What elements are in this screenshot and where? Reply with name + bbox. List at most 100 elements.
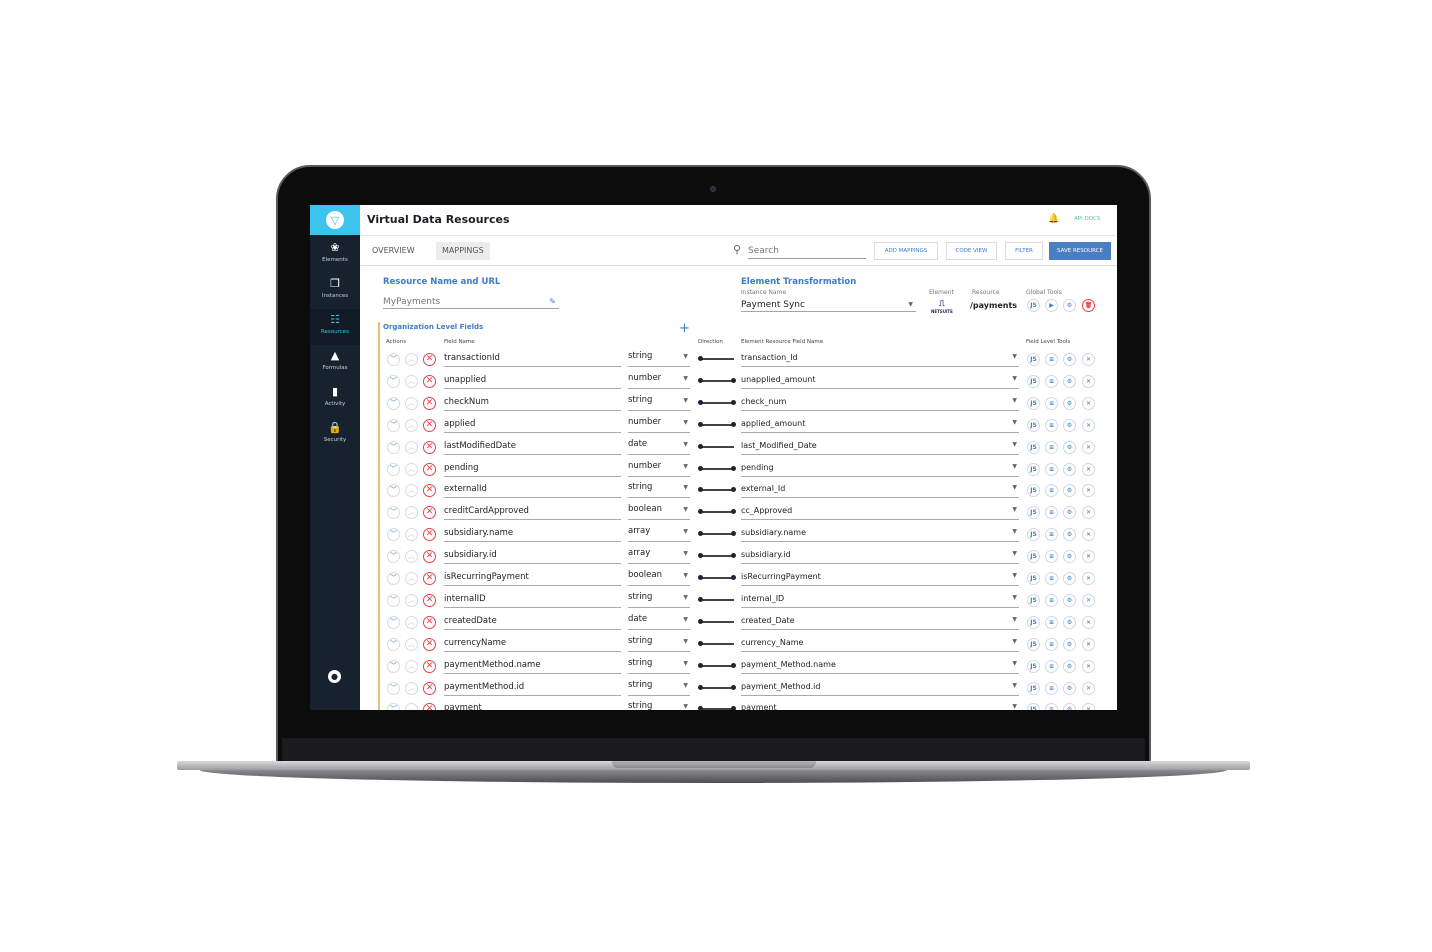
close-icon[interactable]: ✕ bbox=[1082, 659, 1095, 673]
move-up-button[interactable]: ︿ bbox=[405, 615, 418, 629]
direction-line[interactable] bbox=[700, 489, 734, 492]
close-icon[interactable]: ✕ bbox=[1082, 374, 1095, 388]
filter-button[interactable]: FILTER bbox=[1005, 242, 1043, 260]
instance-select[interactable]: Payment Sync ▼ bbox=[741, 299, 916, 312]
move-down-button[interactable]: ﹀ bbox=[387, 506, 400, 520]
sidebar-item-instances[interactable]: ❐ Instances bbox=[310, 273, 360, 309]
delete-field-button[interactable]: ✕ bbox=[423, 681, 436, 695]
save-resource-button[interactable]: SAVE RESOURCE bbox=[1049, 242, 1111, 260]
close-icon[interactable]: ✕ bbox=[1082, 353, 1095, 366]
gear-icon[interactable]: ⚙ bbox=[1063, 353, 1076, 366]
gear-icon[interactable]: ⚙ bbox=[1063, 484, 1076, 498]
element-field-select[interactable]: payment ▼ bbox=[741, 703, 1019, 710]
sidebar-item-elements[interactable]: ❀ Elements bbox=[310, 237, 360, 273]
element-field-select[interactable]: subsidiary.name ▼ bbox=[741, 528, 1019, 543]
move-down-button[interactable]: ﹀ bbox=[387, 703, 400, 710]
direction-line[interactable] bbox=[700, 358, 734, 360]
field-type-select[interactable]: string ▼ bbox=[628, 395, 690, 411]
move-down-button[interactable]: ﹀ bbox=[387, 637, 400, 651]
field-type-select[interactable]: string ▼ bbox=[628, 658, 690, 674]
field-type-select[interactable]: array ▼ bbox=[628, 548, 690, 565]
list-add-icon[interactable]: ≡ bbox=[1045, 396, 1058, 410]
field-type-select[interactable]: number ▼ bbox=[628, 417, 690, 433]
close-icon[interactable]: ✕ bbox=[1082, 681, 1095, 695]
gear-icon[interactable]: ⚙ bbox=[1063, 593, 1076, 607]
move-down-button[interactable]: ﹀ bbox=[387, 615, 400, 629]
delete-field-button[interactable]: ✕ bbox=[423, 703, 436, 710]
move-up-button[interactable]: ︿ bbox=[405, 440, 418, 454]
sidebar-item-resources[interactable]: ☷ Resources bbox=[310, 309, 360, 345]
field-type-select[interactable]: date ▼ bbox=[628, 614, 690, 630]
field-type-select[interactable]: string ▼ bbox=[628, 701, 690, 710]
delete-field-button[interactable]: ✕ bbox=[423, 506, 436, 520]
close-icon[interactable]: ✕ bbox=[1082, 528, 1095, 542]
gear-icon[interactable]: ⚙ bbox=[1063, 418, 1076, 432]
element-field-select[interactable]: internal_ID ▼ bbox=[741, 594, 1019, 608]
list-add-icon[interactable]: ≡ bbox=[1045, 418, 1058, 432]
list-add-icon[interactable]: ≡ bbox=[1045, 528, 1058, 542]
move-down-button[interactable]: ﹀ bbox=[387, 374, 400, 388]
field-type-select[interactable]: string ▼ bbox=[628, 636, 690, 652]
field-name-input[interactable]: internalID bbox=[444, 594, 621, 608]
move-down-button[interactable]: ﹀ bbox=[387, 681, 400, 695]
js-button[interactable]: JS bbox=[1027, 353, 1040, 366]
direction-line[interactable] bbox=[700, 577, 734, 579]
play-icon[interactable]: ▶ bbox=[1045, 299, 1058, 312]
js-button[interactable]: JS bbox=[1027, 572, 1040, 585]
add-mappings-button[interactable]: ADD MAPPINGS bbox=[874, 242, 938, 260]
field-type-select[interactable]: number ▼ bbox=[628, 373, 690, 389]
close-icon[interactable]: ✕ bbox=[1082, 506, 1095, 520]
js-button[interactable]: JS bbox=[1027, 374, 1040, 388]
field-type-select[interactable]: string ▼ bbox=[628, 482, 690, 499]
field-name-input[interactable]: checkNum bbox=[444, 397, 621, 411]
list-add-icon[interactable]: ≡ bbox=[1045, 572, 1058, 585]
js-button[interactable]: JS bbox=[1027, 418, 1040, 432]
close-icon[interactable]: ✕ bbox=[1082, 550, 1095, 564]
element-field-select[interactable]: pending ▼ bbox=[741, 463, 1019, 477]
move-up-button[interactable]: ︿ bbox=[405, 374, 418, 388]
move-down-button[interactable]: ﹀ bbox=[387, 528, 400, 542]
close-icon[interactable]: ✕ bbox=[1082, 615, 1095, 629]
move-up-button[interactable]: ︿ bbox=[405, 462, 418, 476]
gear-icon[interactable]: ⚙ bbox=[1063, 572, 1076, 585]
field-name-input[interactable]: pending bbox=[444, 463, 621, 477]
element-field-select[interactable]: applied_amount ▼ bbox=[741, 419, 1019, 433]
field-name-input[interactable]: paymentMethod.id bbox=[444, 682, 621, 696]
add-field-plus-icon[interactable]: + bbox=[679, 321, 690, 336]
js-button[interactable]: JS bbox=[1027, 440, 1040, 454]
direction-line[interactable] bbox=[700, 423, 734, 426]
delete-field-button[interactable]: ✕ bbox=[423, 374, 436, 388]
element-field-select[interactable]: check_num ▼ bbox=[741, 397, 1019, 411]
gear-icon[interactable]: ⚙ bbox=[1063, 440, 1076, 454]
move-up-button[interactable]: ︿ bbox=[405, 637, 418, 651]
field-name-input[interactable]: creditCardApproved bbox=[444, 506, 621, 521]
field-type-select[interactable]: string ▼ bbox=[628, 351, 690, 367]
direction-line[interactable] bbox=[700, 620, 734, 623]
js-button[interactable]: JS bbox=[1027, 637, 1040, 651]
move-up-button[interactable]: ︿ bbox=[405, 484, 418, 498]
move-up-button[interactable]: ︿ bbox=[405, 353, 418, 366]
list-add-icon[interactable]: ≡ bbox=[1045, 681, 1058, 695]
field-name-input[interactable]: subsidiary.name bbox=[444, 528, 621, 543]
close-icon[interactable]: ✕ bbox=[1082, 703, 1095, 710]
list-add-icon[interactable]: ≡ bbox=[1045, 593, 1058, 607]
close-icon[interactable]: ✕ bbox=[1082, 396, 1095, 410]
move-up-button[interactable]: ︿ bbox=[405, 659, 418, 673]
field-name-input[interactable]: currencyName bbox=[444, 638, 621, 652]
move-up-button[interactable]: ︿ bbox=[405, 703, 418, 710]
field-name-input[interactable]: payment bbox=[444, 703, 621, 710]
move-up-button[interactable]: ︿ bbox=[405, 506, 418, 520]
list-add-icon[interactable]: ≡ bbox=[1045, 440, 1058, 454]
list-add-icon[interactable]: ≡ bbox=[1045, 374, 1058, 388]
list-add-icon[interactable]: ≡ bbox=[1045, 484, 1058, 498]
field-name-input[interactable]: lastModifiedDate bbox=[444, 441, 621, 455]
gear-icon[interactable]: ⚙ bbox=[1063, 681, 1076, 695]
global-js-button[interactable]: JS bbox=[1027, 299, 1040, 312]
move-down-button[interactable]: ﹀ bbox=[387, 396, 400, 410]
direction-line[interactable] bbox=[700, 598, 734, 601]
gear-icon[interactable]: ⚙ bbox=[1063, 528, 1076, 542]
gear-icon[interactable]: ⚙ bbox=[1063, 615, 1076, 629]
tab-overview[interactable]: OVERVIEW bbox=[366, 242, 421, 260]
field-name-input[interactable]: applied bbox=[444, 419, 621, 433]
delete-field-button[interactable]: ✕ bbox=[423, 528, 436, 542]
